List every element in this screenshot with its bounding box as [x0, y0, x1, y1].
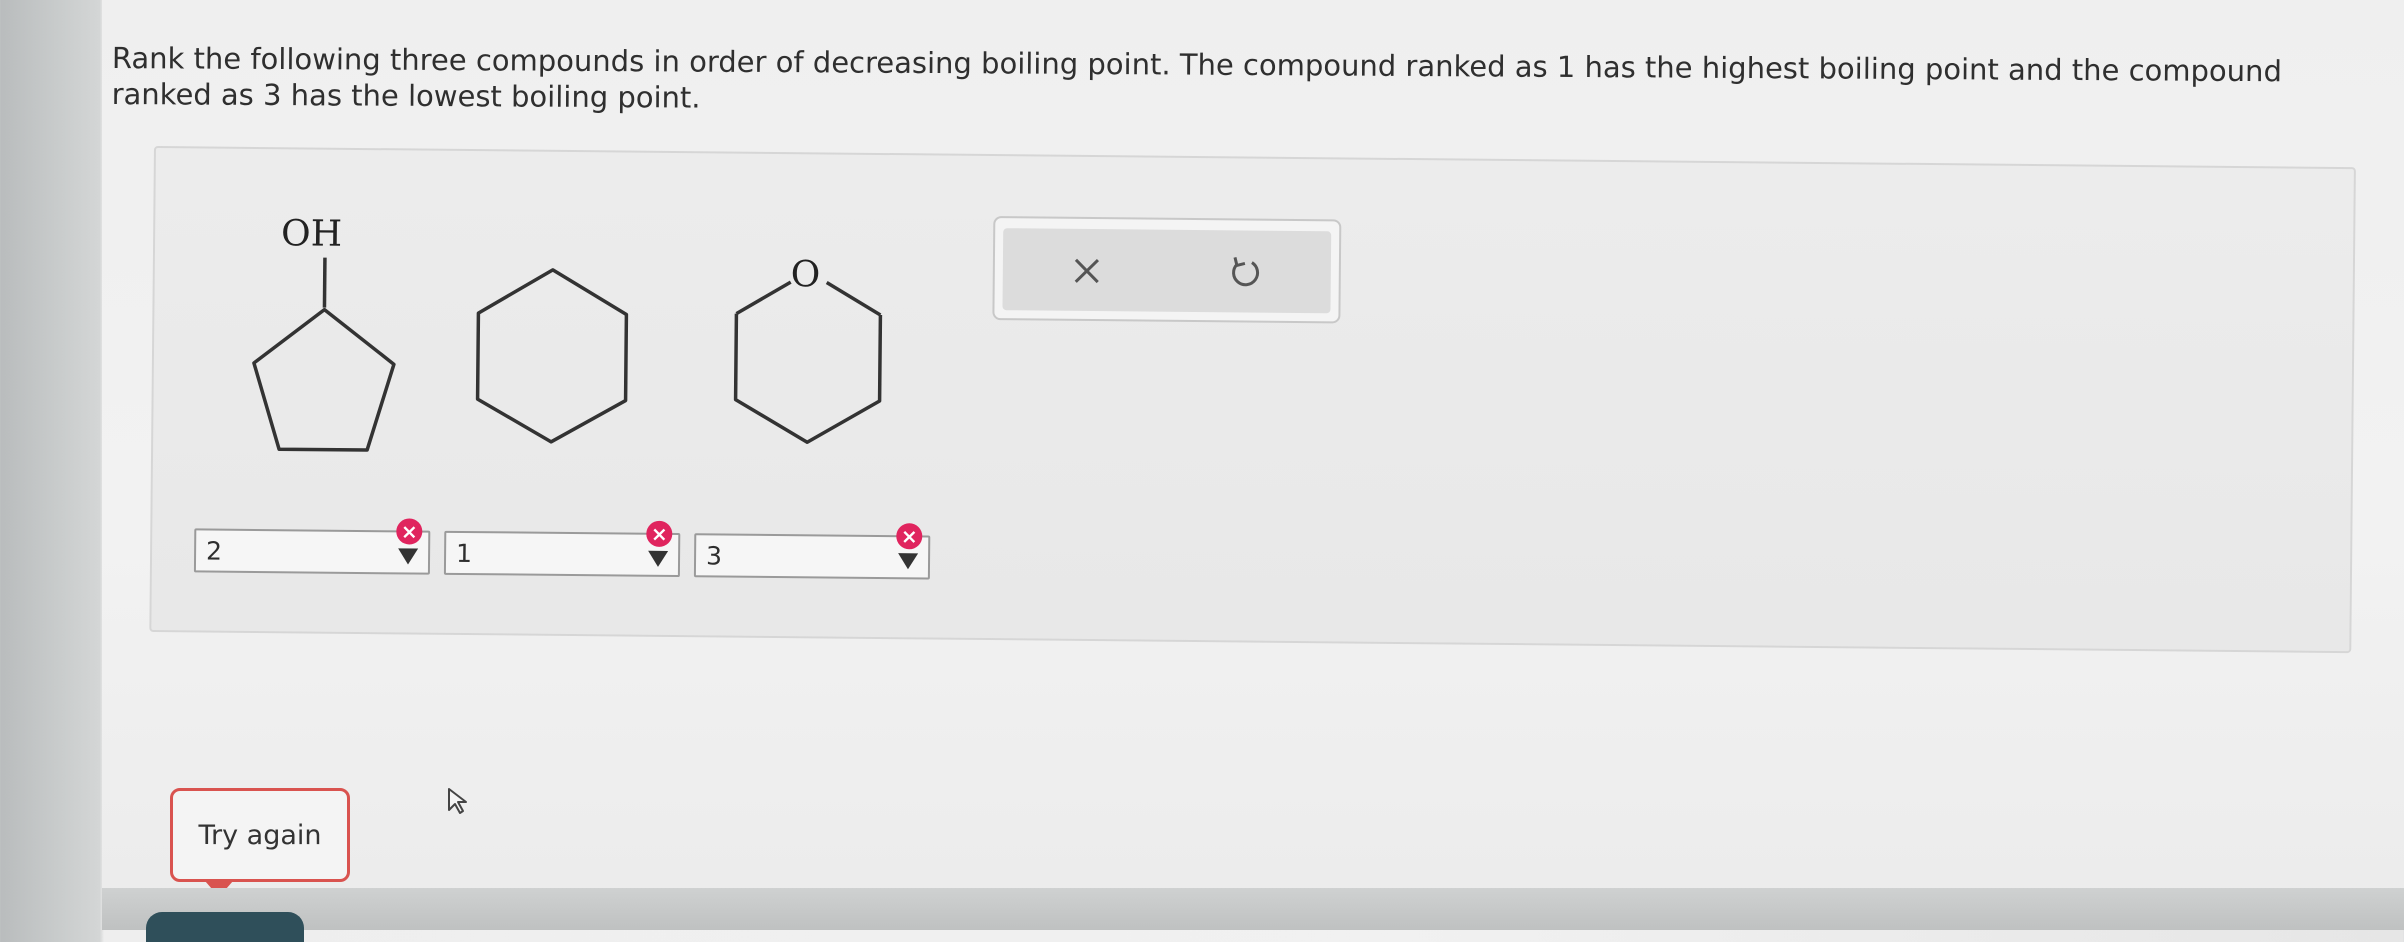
toolbar-buttons — [1002, 228, 1331, 313]
question-text: Rank the following three compounds in or… — [112, 40, 2382, 126]
submit-button[interactable] — [146, 912, 304, 942]
molecule-tetrahydropyran: O — [727, 254, 909, 466]
molecule-cyclopentanol: OH — [232, 199, 415, 531]
error-icon: × — [396, 518, 422, 544]
rank-select-cyclopentanol[interactable]: 2 × — [194, 528, 430, 574]
chevron-down-icon — [898, 553, 918, 569]
close-icon — [1069, 253, 1105, 289]
clear-button[interactable] — [1057, 243, 1118, 300]
undo-button[interactable] — [1215, 244, 1276, 301]
try-again-button[interactable]: Try again — [170, 788, 350, 882]
molecule-cyclohexane — [473, 261, 655, 463]
rank-value: 2 — [206, 537, 222, 566]
bottom-bar — [102, 888, 2404, 930]
sketch-toolbar — [992, 216, 1341, 323]
error-icon: × — [646, 521, 672, 547]
oxygen-label: O — [791, 254, 821, 295]
try-again-label: Try again — [198, 820, 321, 851]
rank-value: 1 — [456, 539, 472, 568]
undo-icon — [1225, 252, 1265, 292]
rank-value: 3 — [706, 541, 722, 570]
chevron-down-icon — [398, 548, 418, 564]
chevron-down-icon — [648, 551, 668, 567]
hydroxyl-label: OH — [281, 213, 342, 255]
answer-panel: OH O — [149, 146, 2356, 653]
rank-select-tetrahydropyran[interactable]: 3 × — [694, 533, 930, 579]
error-icon: × — [896, 523, 922, 549]
rank-select-cyclohexane[interactable]: 1 × — [444, 531, 680, 577]
mouse-pointer-icon — [446, 786, 470, 816]
